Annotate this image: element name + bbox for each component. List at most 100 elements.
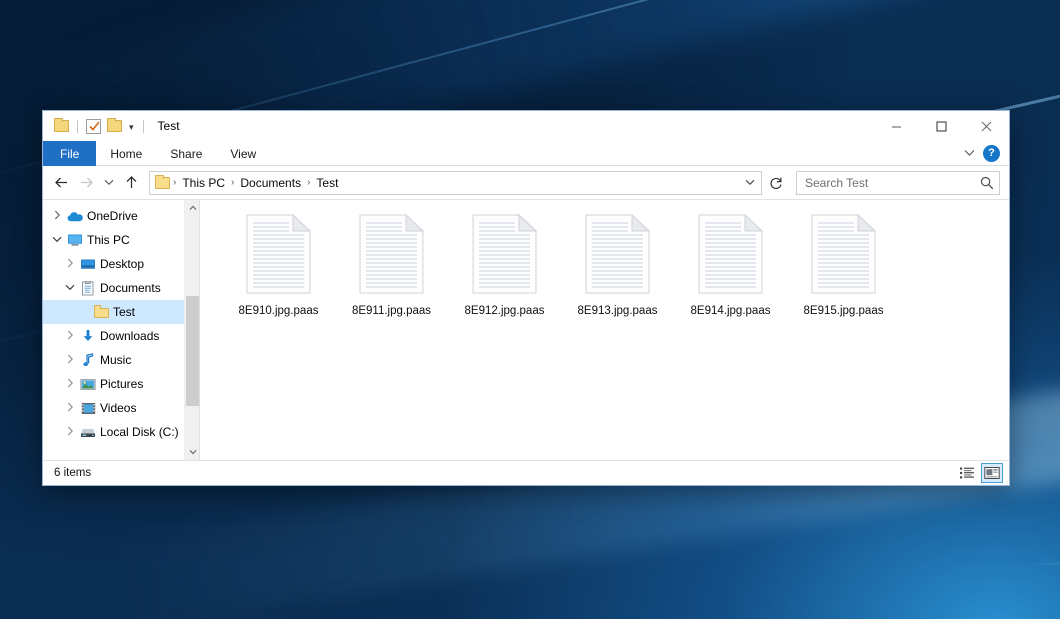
sidebar-label: OneDrive — [85, 209, 138, 223]
file-icon-wrapper — [246, 214, 311, 296]
music-note-icon — [78, 353, 98, 367]
chevron-down-icon[interactable] — [959, 143, 979, 163]
documents-icon — [78, 281, 98, 296]
forward-button — [74, 170, 99, 196]
file-explorer-window: ▾ Test File Home — [42, 110, 1010, 486]
sidebar-label: Pictures — [98, 377, 143, 391]
folder-icon[interactable] — [53, 118, 70, 135]
downloads-arrow-icon — [78, 329, 98, 343]
sidebar-label: Videos — [98, 401, 136, 415]
onedrive-cloud-icon — [65, 210, 85, 223]
window-controls — [874, 111, 1009, 141]
sidebar-item-videos[interactable]: Videos — [43, 396, 199, 420]
sidebar-item-desktop[interactable]: Desktop — [43, 252, 199, 276]
breadcrumb-folder-icon — [155, 177, 170, 189]
hard-drive-icon — [78, 426, 98, 439]
file-grid: 8E910.jpg.paas — [222, 212, 1009, 317]
address-bar-row: › This PC › Documents › Test — [43, 166, 1009, 199]
chevron-right-icon[interactable] — [62, 258, 78, 270]
back-button[interactable] — [49, 170, 74, 196]
sidebar-label: This PC — [85, 233, 130, 247]
chevron-down-icon[interactable] — [49, 236, 65, 245]
file-item[interactable]: 8E915.jpg.paas — [787, 212, 900, 317]
qat-separator — [77, 120, 78, 133]
new-folder-icon[interactable] — [106, 118, 123, 135]
file-item[interactable]: 8E912.jpg.paas — [448, 212, 561, 317]
large-icons-view-button[interactable] — [981, 463, 1003, 483]
folder-icon — [91, 306, 111, 318]
chevron-right-icon[interactable] — [62, 426, 78, 438]
file-name-label: 8E915.jpg.paas — [804, 305, 884, 317]
chevron-right-icon[interactable] — [49, 210, 65, 222]
search-input[interactable] — [805, 176, 980, 190]
ribbon-tab-bar: File Home Share View ? — [43, 141, 1009, 166]
file-item[interactable]: 8E911.jpg.paas — [335, 212, 448, 317]
file-name-label: 8E912.jpg.paas — [465, 305, 545, 317]
pictures-icon — [78, 378, 98, 391]
sidebar-item-pictures[interactable]: Pictures — [43, 372, 199, 396]
file-name-label: 8E914.jpg.paas — [691, 305, 771, 317]
recent-locations-button[interactable] — [99, 170, 119, 196]
generic-document-icon — [246, 214, 311, 294]
file-name-label: 8E910.jpg.paas — [239, 305, 319, 317]
sidebar-item-music[interactable]: Music — [43, 348, 199, 372]
breadcrumb-this-pc[interactable]: This PC — [177, 174, 230, 192]
sidebar-item-documents[interactable]: Documents — [43, 276, 199, 300]
tab-home[interactable]: Home — [96, 141, 156, 166]
search-icon[interactable] — [980, 176, 994, 190]
address-bar[interactable]: › This PC › Documents › Test — [149, 171, 762, 195]
ribbon-right-controls: ? — [959, 141, 1009, 165]
generic-document-icon — [811, 214, 876, 294]
sidebar-label: Test — [111, 305, 135, 319]
chevron-right-icon[interactable] — [62, 378, 78, 390]
file-icon-wrapper — [585, 214, 650, 296]
generic-document-icon — [359, 214, 424, 294]
generic-document-icon — [585, 214, 650, 294]
properties-checkbox-icon[interactable] — [85, 118, 102, 135]
customize-qat-caret[interactable]: ▾ — [127, 123, 136, 132]
this-pc-monitor-icon — [65, 233, 85, 247]
tab-file[interactable]: File — [43, 141, 96, 166]
sidebar-item-this-pc[interactable]: This PC — [43, 228, 199, 252]
sidebar-scrollbar-thumb[interactable] — [186, 296, 199, 406]
file-list-area[interactable]: 8E910.jpg.paas — [200, 200, 1009, 460]
file-item[interactable]: 8E913.jpg.paas — [561, 212, 674, 317]
generic-document-icon — [472, 214, 537, 294]
breadcrumb-documents[interactable]: Documents — [235, 174, 306, 192]
sidebar-label: Documents — [98, 281, 161, 295]
minimize-button[interactable] — [874, 111, 919, 141]
tab-view[interactable]: View — [216, 141, 270, 166]
refresh-button[interactable] — [764, 170, 788, 196]
file-item[interactable]: 8E910.jpg.paas — [222, 212, 335, 317]
scroll-down-arrow-icon[interactable] — [185, 444, 200, 460]
help-button[interactable]: ? — [983, 145, 1000, 162]
search-box[interactable] — [796, 171, 1000, 195]
sidebar-label: Downloads — [98, 329, 159, 343]
address-dropdown-icon[interactable] — [741, 172, 759, 194]
generic-document-icon — [698, 214, 763, 294]
sidebar-item-downloads[interactable]: Downloads — [43, 324, 199, 348]
close-button[interactable] — [964, 111, 1009, 141]
sidebar-label: Desktop — [98, 257, 144, 271]
up-button[interactable] — [119, 170, 144, 196]
tab-share[interactable]: Share — [156, 141, 216, 166]
videos-film-icon — [78, 402, 98, 415]
sidebar-item-local-disk-c[interactable]: Local Disk (C:) — [43, 420, 199, 444]
details-view-button[interactable] — [956, 463, 978, 483]
scroll-up-arrow-icon[interactable] — [185, 200, 200, 216]
view-mode-buttons — [956, 463, 1003, 483]
sidebar-item-test[interactable]: Test — [43, 300, 199, 324]
chevron-right-icon[interactable] — [62, 330, 78, 342]
sidebar-label: Local Disk (C:) — [98, 425, 179, 439]
file-item[interactable]: 8E914.jpg.paas — [674, 212, 787, 317]
item-count-label: 6 items — [54, 467, 91, 479]
sidebar-scrollbar[interactable] — [184, 200, 199, 460]
breadcrumb-test[interactable]: Test — [311, 174, 343, 192]
chevron-right-icon[interactable] — [62, 402, 78, 414]
status-bar: 6 items — [43, 460, 1009, 485]
chevron-down-icon[interactable] — [62, 284, 78, 293]
sidebar-item-onedrive[interactable]: OneDrive — [43, 204, 199, 228]
maximize-button[interactable] — [919, 111, 964, 141]
chevron-right-icon[interactable] — [62, 354, 78, 366]
qat-separator-2 — [143, 120, 144, 133]
